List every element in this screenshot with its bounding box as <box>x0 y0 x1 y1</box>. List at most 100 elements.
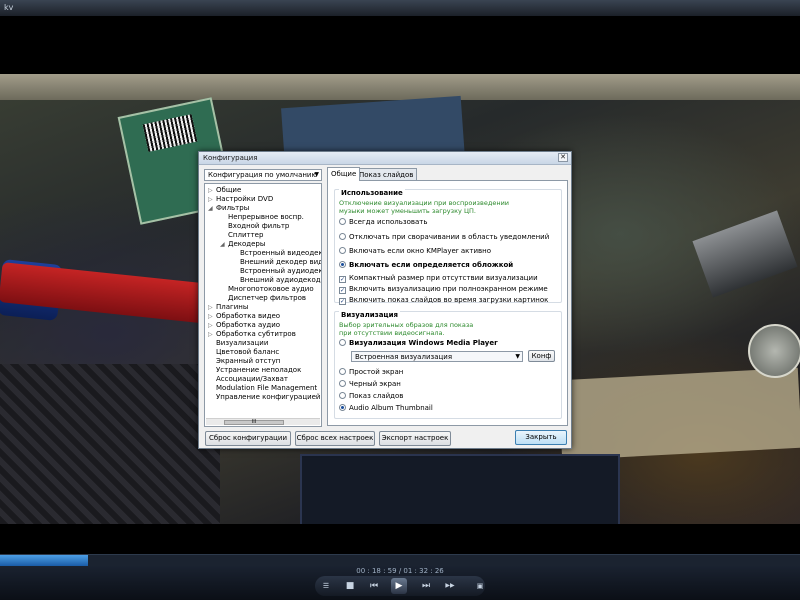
scene-lighter <box>692 210 798 298</box>
previous-icon[interactable]: ⏮ <box>366 578 382 594</box>
radio-icon <box>339 368 346 375</box>
radio-label: Audio Album Thumbnail <box>349 404 433 412</box>
visualization-select[interactable]: Встроенная визуализация ▼ <box>351 351 523 362</box>
tree-item[interactable]: Непрерывное воспр. <box>220 213 304 222</box>
check-icon: ✓ <box>339 298 346 305</box>
tree-item[interactable]: ▷ Плагины <box>208 303 248 312</box>
tree-hscrollbar[interactable]: III <box>206 418 320 425</box>
radio-label: Визуализация Windows Media Player <box>349 339 498 347</box>
tree-item[interactable]: Внешний аудиодекодер <box>232 276 321 285</box>
expand-arrow-icon[interactable]: ▷ <box>208 195 216 204</box>
tree-item[interactable]: ▷ Общие <box>208 186 241 195</box>
chevron-down-icon: ▼ <box>314 171 319 178</box>
tree-item-label: Обработка субтитров <box>216 330 296 338</box>
tree-item[interactable]: Цветовой баланс <box>208 348 279 357</box>
tree-item[interactable]: Modulation File Management <box>208 384 317 393</box>
radio-label: Всегда использовать <box>349 218 428 226</box>
dialog-titlebar: Конфигурация ✕ <box>199 152 571 165</box>
timecode: 00 : 18 : 59 / 01 : 32 : 26 <box>356 567 444 575</box>
visual-radio-thumbnail[interactable]: Audio Album Thumbnail <box>339 403 433 413</box>
play-icon[interactable]: ▶ <box>391 578 407 594</box>
expand-arrow-icon[interactable]: ▷ <box>208 330 216 339</box>
usage-radio-tray[interactable]: Отключать при сворачивании в область уве… <box>339 232 549 242</box>
tree-item[interactable]: Диспетчер фильтров <box>220 294 306 303</box>
preset-select[interactable]: Конфигурация по умолчанию ▼ <box>204 169 322 181</box>
export-settings-button[interactable]: Экспорт настроек <box>379 431 451 446</box>
chevron-down-icon: ▼ <box>515 353 520 360</box>
tree-item-label: Управление конфигурацией <box>216 393 321 401</box>
radio-icon <box>339 392 346 399</box>
next-icon[interactable]: ⏭ <box>418 578 434 594</box>
check-label: Включить визуализацию при полноэкранном … <box>349 285 548 293</box>
check-fullscreen[interactable]: ✓ Включить визуализацию при полноэкранном… <box>339 284 548 294</box>
tree-item[interactable]: Многопотоковое аудио <box>220 285 314 294</box>
usage-radio-cover[interactable]: Включать если определяется обложкой <box>339 260 513 270</box>
seek-bar[interactable] <box>0 554 800 566</box>
expand-arrow-icon[interactable]: ▷ <box>208 321 216 330</box>
scene-wallet <box>300 454 620 524</box>
radio-icon <box>339 339 346 346</box>
radio-icon <box>339 404 346 411</box>
tree-item[interactable]: ▷ Обработка субтитров <box>208 330 296 339</box>
seek-bar-fill <box>0 555 88 566</box>
expand-arrow-icon[interactable]: ▷ <box>208 312 216 321</box>
settings-tree[interactable]: Управление конфигурацией Modulation File … <box>204 183 322 427</box>
scene-coin <box>748 324 800 378</box>
tree-item[interactable]: Встроенный видеодекодер <box>232 249 321 258</box>
tree-item[interactable]: ▷ Обработка видео <box>208 312 280 321</box>
scroll-thumb[interactable]: III <box>224 420 284 425</box>
tree-item[interactable]: Ассоциации/Захват <box>208 375 288 384</box>
usage-radio-always[interactable]: Всегда использовать <box>339 217 427 227</box>
tree-item-label: Сплиттер <box>228 231 264 239</box>
expand-arrow-icon[interactable]: ▷ <box>208 186 216 195</box>
visual-radio-slides[interactable]: Показ слайдов <box>339 391 403 401</box>
tree-item-label: Настройки DVD <box>216 195 274 203</box>
tree-item-label: Устранение неполадок <box>216 366 302 374</box>
tree-item-label: Внешний декодер видео <box>240 258 321 266</box>
close-button[interactable]: Закрыть <box>515 430 567 445</box>
reset-config-button[interactable]: Сброс конфигурации <box>205 431 291 446</box>
eject-icon[interactable]: ▣ <box>472 578 488 594</box>
expand-arrow-icon[interactable]: ▷ <box>208 303 216 312</box>
usage-title: Использование <box>339 189 405 197</box>
radio-label: Отключать при сворачивании в область уве… <box>349 233 550 241</box>
tree-item[interactable]: Управление конфигурацией <box>208 393 320 402</box>
tree-item[interactable]: ▷ Обработка аудио <box>208 321 280 330</box>
scene-board <box>0 74 800 100</box>
check-slideshow[interactable]: ✓ Включить показ слайдов во время загрузк… <box>339 295 548 305</box>
tree-item[interactable]: ▷ Настройки DVD <box>208 195 273 204</box>
forward-icon[interactable]: ▶▶ <box>442 578 458 594</box>
usage-radio-active[interactable]: Включать если окно KMPlayer активно <box>339 246 491 256</box>
stop-icon[interactable]: ■ <box>342 578 358 594</box>
tree-item[interactable]: Визуализации <box>208 339 268 348</box>
tree-item[interactable]: Внешний декодер видео <box>232 258 321 267</box>
letterbox-bottom <box>0 524 800 554</box>
check-compact[interactable]: ✓ Компактный размер при отсутствии визуал… <box>339 273 538 283</box>
expand-arrow-icon[interactable]: ◢ <box>220 240 228 249</box>
tree-item[interactable]: Экранный отступ <box>208 357 280 366</box>
tree-item-label: Общие <box>216 186 242 194</box>
expand-arrow-icon[interactable]: ◢ <box>208 204 216 213</box>
tab-general[interactable]: Общие <box>327 167 361 181</box>
visual-radio-black[interactable]: Черный экран <box>339 379 401 389</box>
tree-item-label: Диспетчер фильтров <box>228 294 307 302</box>
tree-item[interactable]: Встроенный аудиодекодер <box>232 267 321 276</box>
usage-group: Использование Отключение визуализации пр… <box>334 189 562 305</box>
reset-all-button[interactable]: Сброс всех настроек <box>295 431 375 446</box>
tree-item-label: Ассоциации/Захват <box>216 375 289 383</box>
radio-label: Включать если окно KMPlayer активно <box>349 247 492 255</box>
tree-item[interactable]: Устранение неполадок <box>208 366 301 375</box>
config-dialog: Конфигурация ✕ Конфигурация по умолчанию… <box>198 151 572 449</box>
visual-radio-plain[interactable]: Простой экран <box>339 367 403 377</box>
conf-button[interactable]: Конф <box>528 350 555 362</box>
tree-item[interactable]: ◢ Декодеры <box>220 240 265 249</box>
visual-group: Визуализация Выбор зрительных образов дл… <box>334 311 562 419</box>
tree-item[interactable]: Сплиттер <box>220 231 263 240</box>
tree-item-label: Обработка аудио <box>216 321 281 329</box>
visual-radio-wmp[interactable]: Визуализация Windows Media Player <box>339 338 498 348</box>
tree-item[interactable]: ◢ Фильтры <box>208 204 249 213</box>
tree-item[interactable]: Входной фильтр <box>220 222 289 231</box>
visual-title: Визуализация <box>339 311 401 319</box>
close-icon[interactable]: ✕ <box>558 153 568 162</box>
menu-icon[interactable]: ☰ <box>318 578 334 594</box>
